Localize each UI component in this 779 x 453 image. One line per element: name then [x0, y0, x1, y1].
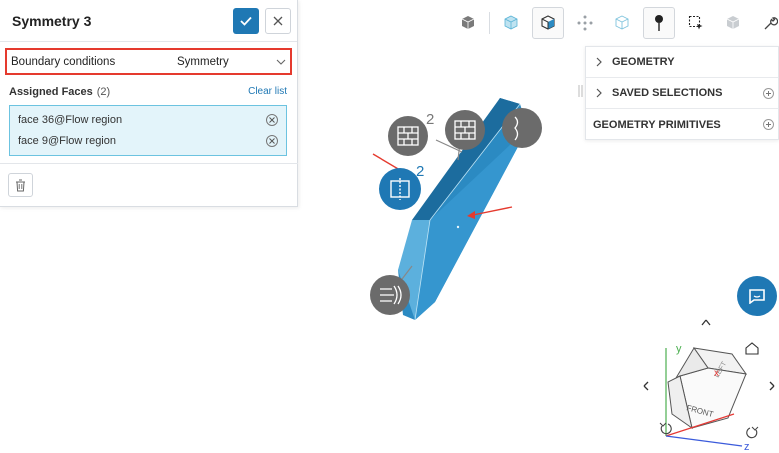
chat-button[interactable]: [737, 276, 777, 316]
tree-item-label: GEOMETRY PRIMITIVES: [593, 118, 721, 131]
axis-label-z: z: [744, 441, 750, 453]
chevron-right-icon: [586, 57, 612, 67]
assigned-faces-list: face 36@Flow region face 9@Flow region: [9, 105, 287, 156]
view-toolbar: [452, 6, 779, 40]
trash-icon: [16, 179, 25, 191]
face-label: face 36@Flow region: [18, 113, 123, 126]
axis-label-y: y: [676, 343, 682, 355]
close-icon: [269, 116, 275, 123]
tree-item-geometry[interactable]: GEOMETRY: [586, 47, 778, 78]
wall-badge[interactable]: [388, 116, 428, 156]
box-select-icon: [688, 15, 703, 30]
confirm-button[interactable]: [233, 7, 259, 34]
badge-count: 2: [426, 111, 434, 128]
cube-hidden-icon: [726, 16, 740, 29]
add-icon[interactable]: [763, 87, 774, 99]
shaded-view-button[interactable]: [452, 7, 484, 39]
tree-item-label: SAVED SELECTIONS: [612, 87, 723, 99]
volume-select-button[interactable]: [606, 7, 638, 39]
chat-icon: [749, 289, 765, 304]
home-icon[interactable]: [745, 342, 759, 355]
orientation-cube[interactable]: FRONT LEFT y x z: [636, 318, 779, 453]
outlet-badge[interactable]: [370, 275, 410, 315]
wall-badge[interactable]: [445, 110, 485, 150]
chevron-left-icon[interactable]: [643, 381, 649, 391]
panel-title: Symmetry 3: [12, 12, 92, 29]
model-viewport[interactable]: 2 2: [340, 80, 560, 340]
hide-button[interactable]: [717, 7, 749, 39]
tree-item-geometry-primitives[interactable]: GEOMETRY PRIMITIVES: [586, 109, 778, 140]
list-item[interactable]: face 9@Flow region: [10, 130, 286, 151]
assigned-faces-header: Assigned Faces (2) Clear list: [9, 86, 287, 98]
cube-solid-icon: [461, 16, 475, 29]
close-icon: [269, 137, 275, 144]
tree-item-label: GEOMETRY: [612, 56, 675, 68]
remove-face-button[interactable]: [266, 113, 278, 126]
cancel-button[interactable]: [265, 7, 291, 34]
list-item[interactable]: face 36@Flow region: [10, 109, 286, 130]
face-label: face 9@Flow region: [18, 134, 116, 147]
cube-outline-icon: [615, 15, 629, 30]
box-select-button[interactable]: [680, 7, 712, 39]
add-icon[interactable]: [763, 119, 774, 130]
check-icon: [240, 16, 252, 26]
tree-item-saved-selections[interactable]: SAVED SELECTIONS: [586, 78, 778, 109]
cube[interactable]: FRONT LEFT: [667, 347, 748, 430]
axis-label-x: x: [714, 368, 719, 379]
vertex-icon: [577, 15, 593, 31]
rotate-right-icon[interactable]: [746, 426, 759, 439]
pin-icon: [655, 15, 663, 31]
close-icon: [273, 16, 283, 25]
symmetry-badge-selected[interactable]: [379, 168, 421, 210]
delete-button[interactable]: [8, 173, 33, 197]
model-tree-panel: GEOMETRY SAVED SELECTIONS GEOMETRY PRIMI…: [585, 46, 779, 140]
divider: [0, 163, 298, 164]
wrench-icon: [764, 17, 778, 30]
assigned-faces-count: (2): [96, 86, 111, 98]
transparent-view-button[interactable]: [495, 7, 527, 39]
chevron-down-icon: [272, 59, 290, 65]
badge-count: 2: [416, 163, 424, 180]
toolbar-divider: [489, 12, 490, 34]
point-select-button[interactable]: [643, 7, 675, 39]
vertex-select-button[interactable]: [569, 7, 601, 39]
dropdown-label: Boundary conditions: [11, 55, 116, 68]
settings-button[interactable]: [754, 7, 779, 39]
panel-resize-handle[interactable]: [578, 84, 583, 98]
cube-transparent-icon: [504, 15, 518, 30]
z-axis: [665, 435, 743, 447]
dropdown-value: Symmetry: [177, 55, 229, 68]
face-select-button[interactable]: [532, 7, 564, 39]
boundary-condition-panel: Symmetry 3 Boundary conditions Symmetry …: [0, 0, 298, 207]
assigned-faces-label: Assigned Faces: [9, 86, 93, 98]
chevron-up-icon[interactable]: [701, 319, 711, 326]
panel-header: Symmetry 3: [0, 0, 297, 42]
remove-face-button[interactable]: [266, 134, 278, 147]
boundary-type-dropdown[interactable]: Boundary conditions Symmetry: [5, 48, 292, 75]
cube-face-icon: [541, 15, 555, 30]
clear-list-link[interactable]: Clear list: [248, 86, 287, 98]
chevron-right-icon[interactable]: [769, 381, 775, 391]
chevron-right-icon: [586, 88, 612, 98]
symmetry-badge-partial[interactable]: [502, 108, 542, 148]
